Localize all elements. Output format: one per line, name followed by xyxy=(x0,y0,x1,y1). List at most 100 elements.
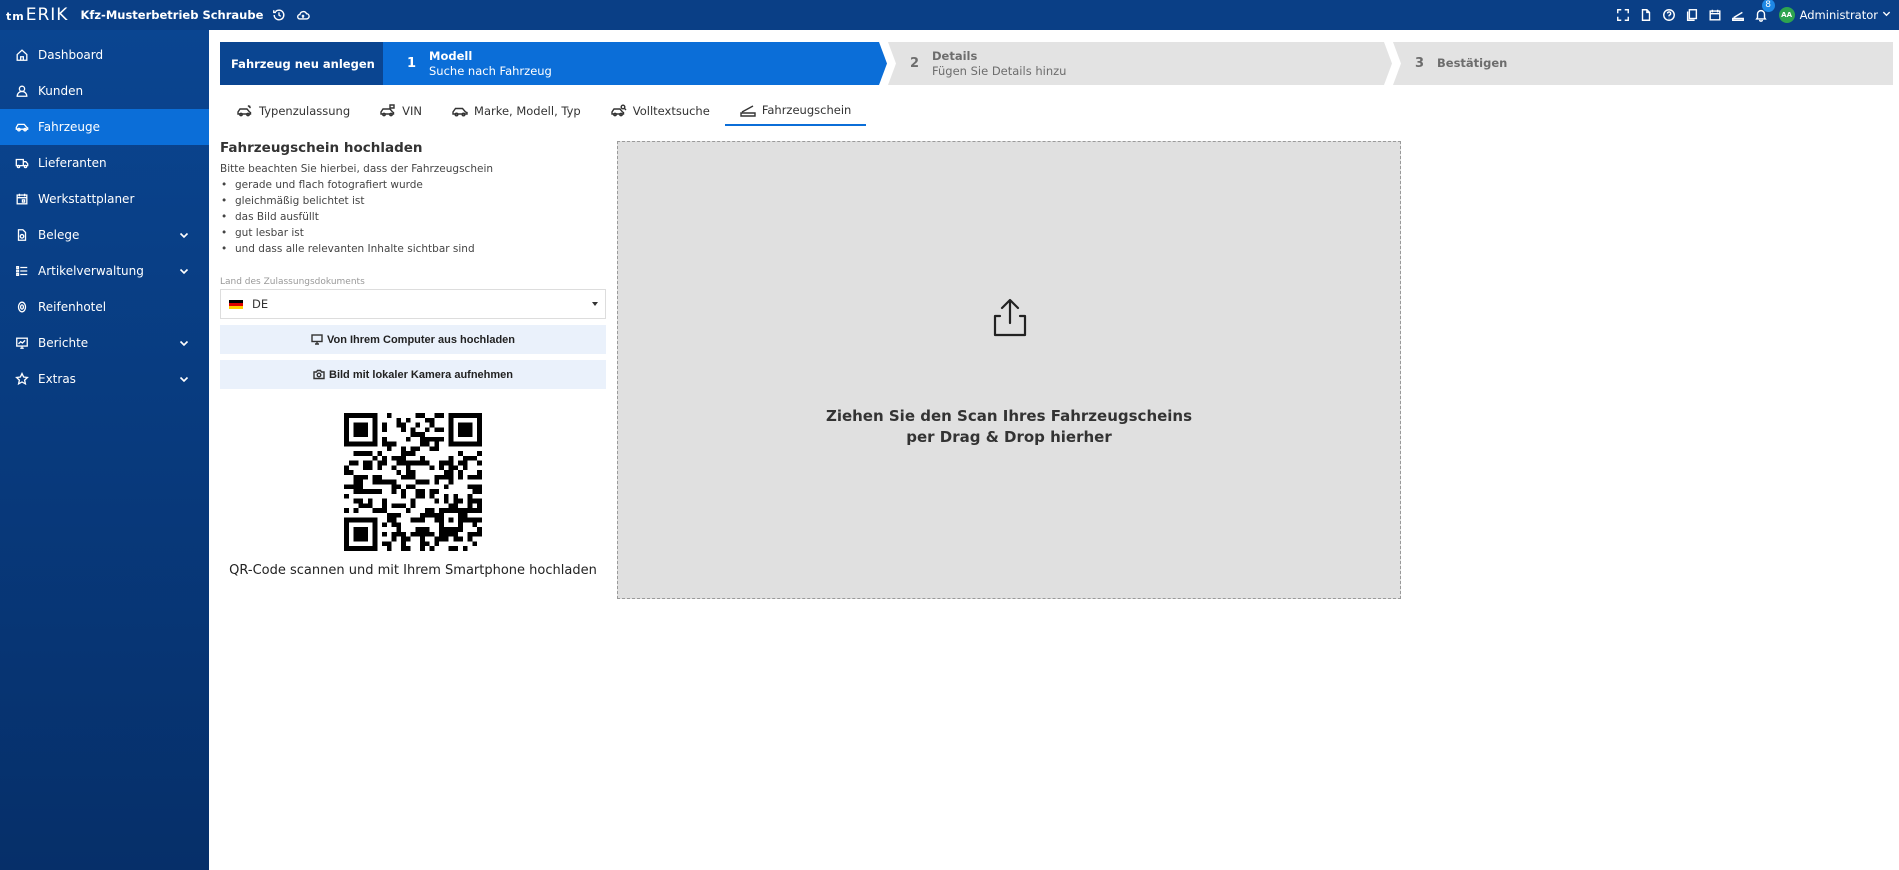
button-label: Bild mit lokaler Kamera aufnehmen xyxy=(329,368,513,381)
tab-label: Volltextsuche xyxy=(632,104,710,118)
chevron-down-icon[interactable] xyxy=(179,373,189,383)
step-number: 1 xyxy=(407,56,417,71)
sidebar-item-werkstattplaner[interactable]: Werkstattplaner xyxy=(0,181,209,217)
truck-icon xyxy=(14,155,30,171)
scanner-icon[interactable] xyxy=(1730,7,1746,23)
country-value: DE xyxy=(252,297,269,311)
tire-icon xyxy=(14,299,30,315)
chevron-down-icon[interactable] xyxy=(179,229,189,239)
caret-down-icon xyxy=(592,302,598,306)
app-logo[interactable]: tm ERIK xyxy=(6,5,68,25)
sidebar-item-label: Lieferanten xyxy=(38,156,107,170)
report-icon xyxy=(14,335,30,351)
sidebar-item-label: Artikelverwaltung xyxy=(38,264,144,278)
tab-volltextsuche[interactable]: Volltextsuche xyxy=(596,96,725,126)
drag-drop-zone[interactable]: Ziehen Sie den Scan Ihres Fahrzeugschein… xyxy=(617,141,1401,599)
top-actions: 8 AA Administrator xyxy=(1608,0,1899,30)
scanner-icon xyxy=(740,103,756,117)
sidebar-item-label: Dashboard xyxy=(38,48,104,62)
sidebar-item-label: Fahrzeuge xyxy=(38,120,100,134)
list-item: gerade und flach fotografiert wurde xyxy=(220,177,606,193)
sidebar-item-lieferanten[interactable]: Lieferanten xyxy=(0,145,209,181)
chevron-down-icon[interactable] xyxy=(179,265,189,275)
sidebar-item-extras[interactable]: Extras xyxy=(0,361,209,397)
drop-text-line: per Drag & Drop hierher xyxy=(906,428,1112,446)
sidebar-item-belege[interactable]: Belege xyxy=(0,217,209,253)
tab-label: Fahrzeugschein xyxy=(761,103,852,117)
step-label: Bestätigen xyxy=(1437,56,1508,70)
list-item: und dass alle relevanten Inhalte sichtba… xyxy=(220,241,606,257)
tab-label: Typenzulassung xyxy=(259,104,351,118)
step-sublabel: Suche nach Fahrzeug xyxy=(429,63,552,78)
tab-label: VIN xyxy=(402,104,423,118)
sidebar-item-reifenhotel[interactable]: Reifenhotel xyxy=(0,289,209,325)
car-icon xyxy=(452,104,468,118)
car-search-icon xyxy=(611,104,627,118)
sidebar-item-label: Kunden xyxy=(38,84,84,98)
step-modell[interactable]: 1 Modell Suche nach Fahrzeug xyxy=(383,42,887,85)
fullscreen-icon[interactable] xyxy=(1615,7,1631,23)
upload-from-computer-button[interactable]: Von Ihrem Computer aus hochladen xyxy=(220,325,606,354)
step-bestaetigen[interactable]: 3 Bestätigen xyxy=(1393,42,1893,85)
step-label: Details xyxy=(932,48,978,63)
country-select[interactable]: DE xyxy=(220,289,606,319)
tab-marke-modell-typ[interactable]: Marke, Modell, Typ xyxy=(437,96,596,126)
calendar-icon[interactable] xyxy=(1707,7,1723,23)
list-item: gleichmäßig belichtet ist xyxy=(220,193,606,209)
home-icon xyxy=(14,47,30,63)
history-icon[interactable] xyxy=(271,7,287,23)
car-tag-icon xyxy=(380,104,396,118)
user-icon xyxy=(14,83,30,99)
qr-code xyxy=(344,413,482,551)
tab-vin[interactable]: VIN xyxy=(365,96,437,126)
share-upload-icon xyxy=(988,296,1032,340)
drop-instructions: Ziehen Sie den Scan Ihres Fahrzeugschein… xyxy=(618,406,1400,448)
panel-title: Fahrzeugschein hochladen xyxy=(220,140,423,156)
sidebar-item-label: Berichte xyxy=(38,336,89,350)
step-details[interactable]: 2 Details Fügen Sie Details hinzu xyxy=(888,42,1392,85)
calendar-icon xyxy=(14,191,30,207)
notification-count-badge: 8 xyxy=(1761,0,1775,12)
user-name[interactable]: Administrator xyxy=(1800,8,1878,22)
sidebar-item-artikelverwaltung[interactable]: Artikelverwaltung xyxy=(0,253,209,289)
step-number: 3 xyxy=(1415,56,1425,71)
notifications-bell-icon[interactable]: 8 xyxy=(1753,0,1775,23)
tab-typenzulassung[interactable]: Typenzulassung xyxy=(222,96,365,126)
drop-text-line: Ziehen Sie den Scan Ihres Fahrzeugschein… xyxy=(825,407,1193,425)
sidebar-item-kunden[interactable]: Kunden xyxy=(0,73,209,109)
user-avatar[interactable]: AA xyxy=(1778,7,1795,23)
german-flag-icon xyxy=(229,299,243,309)
file-icon[interactable] xyxy=(1638,7,1654,23)
sidebar-item-dashboard[interactable]: Dashboard xyxy=(0,37,209,73)
document-icon xyxy=(14,227,30,243)
user-menu-chevron-down-icon[interactable] xyxy=(1882,9,1891,21)
sidebar: Dashboard Kunden Fahrzeuge Lieferanten W… xyxy=(0,30,209,870)
step-sublabel: Fügen Sie Details hinzu xyxy=(932,63,1067,78)
star-icon xyxy=(14,371,30,387)
search-tabs: Typenzulassung VIN Marke, Modell, Typ Vo… xyxy=(222,96,867,127)
upload-panel: Fahrzeugschein hochladen Bitte beachten … xyxy=(220,140,606,578)
sidebar-item-fahrzeuge[interactable]: Fahrzeuge xyxy=(0,109,209,145)
tab-fahrzeugschein[interactable]: Fahrzeugschein xyxy=(724,96,867,126)
logo-name: ERIK xyxy=(25,5,69,25)
company-name: Kfz-Musterbetrieb Schraube xyxy=(80,8,264,22)
chevron-down-icon[interactable] xyxy=(179,337,189,347)
upload-intro: Bitte beachten Sie hierbei, dass der Fah… xyxy=(220,163,494,175)
documents-icon[interactable] xyxy=(1684,7,1700,23)
camera-capture-button[interactable]: Bild mit lokaler Kamera aufnehmen xyxy=(220,360,606,389)
help-icon[interactable] xyxy=(1661,7,1677,23)
cloud-sync-icon[interactable] xyxy=(295,7,311,23)
logo-prefix: tm xyxy=(6,10,25,23)
sidebar-item-berichte[interactable]: Berichte xyxy=(0,325,209,361)
monitor-icon xyxy=(311,334,323,345)
list-icon xyxy=(14,263,30,279)
qr-code-container xyxy=(220,413,606,551)
wizard-title: Fahrzeug neu anlegen xyxy=(220,42,383,85)
qr-caption: QR-Code scannen und mit Ihrem Smartphone… xyxy=(229,563,597,578)
sidebar-item-label: Extras xyxy=(38,372,76,386)
step-number: 2 xyxy=(910,56,920,71)
upload-hints: gerade und flach fotografiert wurde glei… xyxy=(220,177,606,257)
country-label: Land des Zulassungsdokuments xyxy=(220,277,365,287)
tab-label: Marke, Modell, Typ xyxy=(474,104,581,118)
list-item: gut lesbar ist xyxy=(220,225,606,241)
